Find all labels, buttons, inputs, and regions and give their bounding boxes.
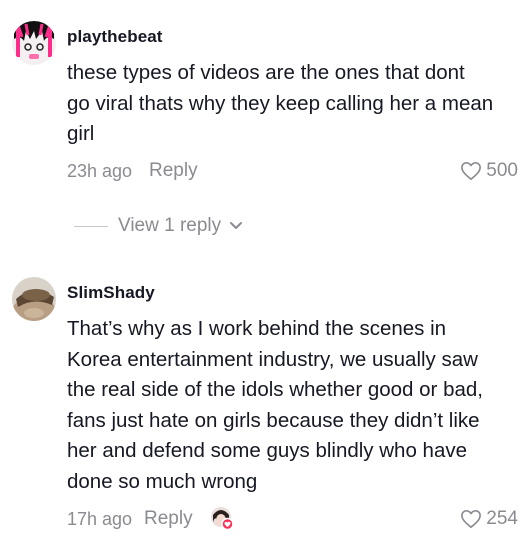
heart-outline-icon — [461, 162, 482, 180]
divider-line — [74, 225, 108, 227]
timestamp: 17h ago — [67, 509, 133, 529]
reply-button[interactable]: Reply — [149, 160, 198, 182]
comment-item: SlimShady That’s why as I work behind th… — [0, 260, 532, 537]
comment-text-line: done so much wrong — [67, 469, 258, 493]
like-count: 500 — [486, 160, 518, 181]
avatar[interactable] — [12, 277, 56, 321]
comment-text: That’s why as I work behind the scenes i… — [67, 314, 483, 497]
chevron-down-icon — [230, 222, 243, 229]
comment-text: these types of videos are the ones that … — [67, 58, 493, 150]
timestamp: 23h ago — [67, 161, 133, 181]
comment-text-line: Korea entertainment industry, we usually… — [67, 347, 478, 371]
comment-text-line: girl — [67, 122, 95, 145]
comment-item: playthebeat these types of videos are th… — [0, 0, 532, 260]
reply-button[interactable]: Reply — [144, 508, 193, 530]
avatar-image — [12, 277, 56, 321]
like-button[interactable]: 254 — [460, 508, 518, 530]
comment-text-line: fans just hate on girls because they did… — [67, 408, 480, 432]
view-replies-label: View 1 reply — [118, 215, 222, 236]
avatar[interactable] — [12, 21, 56, 65]
heart-outline-icon — [461, 510, 482, 528]
comment-text-line: That’s why as I work behind the scenes i… — [67, 317, 447, 340]
comment-text-line: the real side of the idols whether good … — [67, 378, 483, 401]
comment-text-line: these types of videos are the ones that … — [67, 61, 465, 84]
username[interactable]: SlimShady — [67, 283, 155, 303]
like-button[interactable]: 500 — [460, 160, 518, 182]
avatar-image — [12, 21, 56, 65]
comment-text-line: her and defend some guys blindly who hav… — [67, 439, 468, 462]
like-count: 254 — [486, 508, 518, 529]
creator-liked-badge-icon — [211, 507, 234, 531]
username[interactable]: playthebeat — [67, 27, 163, 47]
view-replies-button[interactable]: View 1 reply — [74, 215, 243, 237]
comment-text-line: go viral thats why they keep calling her… — [67, 91, 494, 115]
creator-liked-badge — [210, 506, 234, 531]
